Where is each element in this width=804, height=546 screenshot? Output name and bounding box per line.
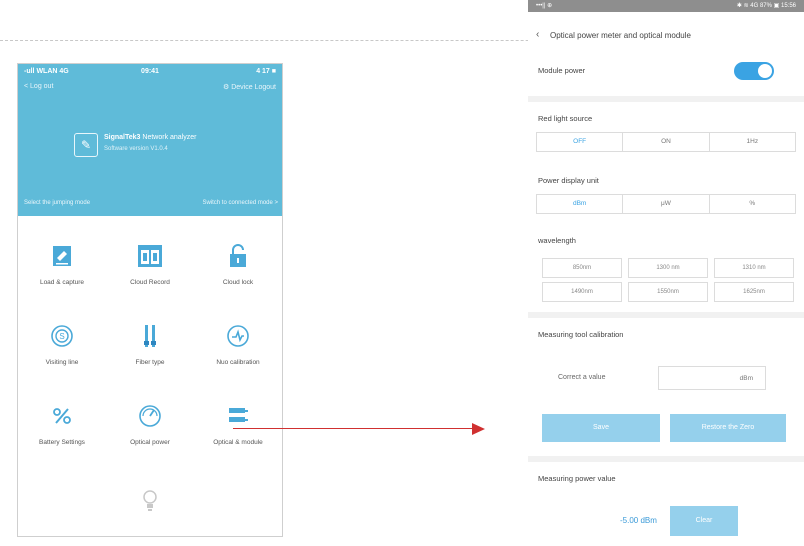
grid-item-label: Cloud lock (222, 279, 254, 286)
status-bar: -ull WLAN 4G 09:41 4 17 ■ (18, 68, 282, 80)
svg-text:S: S (59, 332, 64, 341)
clear-button[interactable]: Clear (670, 506, 738, 536)
fiber-type-icon (106, 323, 194, 349)
optical-module-icon (194, 403, 282, 429)
grid-item-label: Optical power (130, 439, 170, 446)
grid-item-optical-power[interactable]: Optical power (106, 387, 194, 467)
grid-item-load-capture[interactable]: Load & capture (18, 227, 106, 307)
section-divider (528, 456, 804, 462)
red-light-option-on[interactable]: ON (623, 133, 710, 151)
percent-icon (18, 403, 106, 429)
page-title: Optical power meter and optical module (550, 31, 691, 40)
restore-zero-button[interactable]: Restore the Zero (670, 414, 786, 442)
device-edit-icon: ✎ (74, 133, 98, 157)
red-light-label: Red light source (538, 114, 593, 123)
status-right: ✱ ≋ 4G 87% ▣ 15:56 (736, 3, 796, 9)
wavelength-option[interactable]: 850nm (542, 258, 622, 278)
visiting-line-icon: S (18, 323, 106, 349)
cloud-record-icon (106, 243, 194, 269)
wavelength-label: wavelength (538, 236, 576, 245)
grid-item-optical-module[interactable]: Optical & module (194, 387, 282, 467)
bulb-icon[interactable] (140, 488, 160, 512)
power-unit-selector: dBm μW % (536, 194, 796, 214)
device-info[interactable]: ✎ SignalTek3 Network analyzer Software v… (74, 129, 234, 161)
device-name: SignalTek3 (104, 134, 141, 141)
jump-mode-link[interactable]: Select the jumping mode (24, 200, 90, 206)
time-text: 09:41 (141, 68, 159, 75)
grid-item-cloud-lock[interactable]: Cloud lock (194, 227, 282, 307)
edit-note-icon (18, 243, 106, 269)
module-power-label: Module power (538, 66, 586, 75)
right-phone-screen: •••|| ⊕ ✱ ≋ 4G 87% ▣ 15:56 ‹ Optical pow… (528, 0, 804, 546)
pointer-arrow-line (233, 428, 472, 429)
wavelength-option[interactable]: 1490nm (542, 282, 622, 302)
device-header: -ull WLAN 4G 09:41 4 17 ■ < Log out ⚙ De… (18, 64, 282, 216)
grid-item-label: Nuo calibration (216, 359, 260, 366)
battery-text: 4 17 ■ (256, 68, 276, 75)
logout-link[interactable]: < Log out (24, 83, 53, 90)
status-left: •••|| ⊕ (536, 3, 553, 9)
status-bar: •••|| ⊕ ✱ ≋ 4G 87% ▣ 15:56 (528, 0, 804, 12)
grid-item-cloud-record[interactable]: Cloud Record (106, 227, 194, 307)
grid-item-fiber-type[interactable]: Fiber type (106, 307, 194, 387)
unlock-icon (194, 243, 282, 269)
power-unit-option-percent[interactable]: % (710, 195, 795, 213)
calibration-label: Measuring tool calibration (538, 330, 624, 339)
grid-item-label: Fiber type (135, 359, 165, 366)
section-divider (528, 96, 804, 102)
toggle-knob (758, 64, 772, 78)
calibration-icon (194, 323, 282, 349)
correct-value-label: Correct a value (558, 374, 606, 381)
device-serial: Software version V1.0.4 (104, 146, 168, 152)
grid-item-label: Cloud Record (130, 279, 170, 286)
power-unit-label: Power display unit (538, 176, 599, 185)
section-divider (528, 312, 804, 318)
grid-item-calibration[interactable]: Nuo calibration (194, 307, 282, 387)
module-power-toggle[interactable] (734, 62, 774, 80)
grid-item-visiting-line[interactable]: S Visiting line (18, 307, 106, 387)
device-subtitle: Network analyzer (142, 134, 197, 141)
top-nav: < Log out ⚙ Device Logout (18, 83, 282, 95)
mode-bar: Select the jumping mode Switch to connec… (18, 200, 282, 214)
red-light-option-1hz[interactable]: 1Hz (710, 133, 795, 151)
grid-item-label: Battery Settings (39, 439, 85, 446)
power-value-readout: -5.00 dBm (620, 516, 657, 525)
wavelength-option[interactable]: 1310 nm (714, 258, 794, 278)
save-button[interactable]: Save (542, 414, 660, 442)
grid-item-label: Visiting line (45, 359, 79, 366)
power-value-label: Measuring power value (538, 474, 616, 483)
wavelength-option[interactable]: 1625nm (714, 282, 794, 302)
wavelength-option[interactable]: 1550nm (628, 282, 708, 302)
correct-value-input[interactable]: dBm (658, 366, 766, 390)
power-unit-option-uw[interactable]: μW (623, 195, 710, 213)
device-logout-link[interactable]: ⚙ Device Logout (223, 83, 276, 91)
power-meter-icon (106, 403, 194, 429)
red-light-selector: OFF ON 1Hz (536, 132, 796, 152)
grid-item-label: Load & capture (39, 279, 85, 286)
wavelength-grid: 850nm 1300 nm 1310 nm 1490nm 1550nm 1625… (542, 258, 794, 302)
red-light-option-off[interactable]: OFF (537, 133, 624, 151)
power-unit-option-dbm[interactable]: dBm (537, 195, 624, 213)
pointer-arrow-head (472, 423, 485, 435)
back-chevron-icon[interactable]: ‹ (536, 29, 539, 40)
grid-item-battery-settings[interactable]: Battery Settings (18, 387, 106, 467)
wavelength-option[interactable]: 1300 nm (628, 258, 708, 278)
page-header: ‹ Optical power meter and optical module (528, 28, 804, 48)
left-phone-screen: -ull WLAN 4G 09:41 4 17 ■ < Log out ⚙ De… (17, 63, 283, 537)
grid-item-label: Optical & module (213, 439, 263, 446)
connected-mode-link[interactable]: Switch to connected mode > (202, 200, 278, 206)
